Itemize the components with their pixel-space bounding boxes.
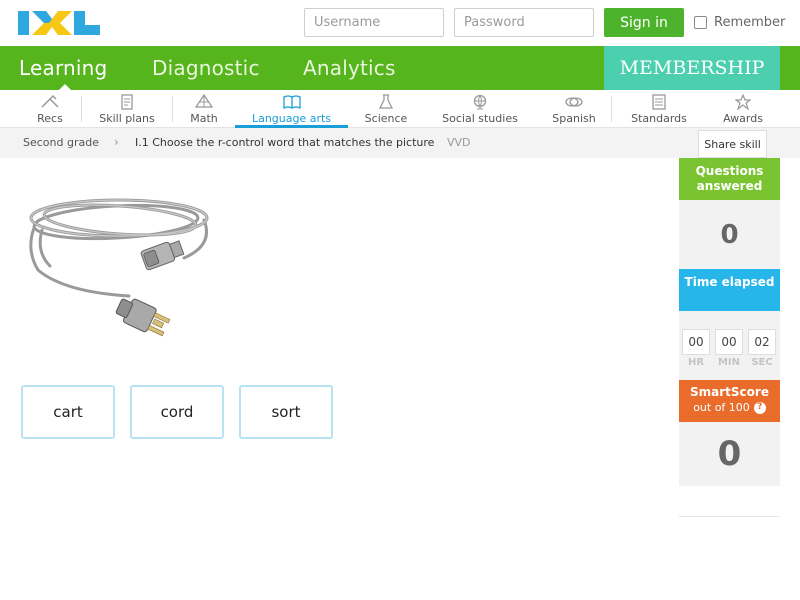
standards-icon bbox=[652, 94, 666, 110]
breadcrumb-grade[interactable]: Second grade bbox=[23, 136, 99, 149]
subject-label: Awards bbox=[723, 112, 763, 125]
questions-answered-count: 0 bbox=[679, 200, 780, 269]
recs-icon bbox=[41, 94, 59, 108]
timer-minutes: 00 bbox=[715, 329, 743, 355]
timer-seconds-label: SEC bbox=[751, 357, 773, 368]
remember-option[interactable]: Remember bbox=[694, 15, 785, 30]
subject-nav: Recs Skill plans Math Language arts Scie… bbox=[0, 90, 800, 128]
breadcrumb-skill: I.1 Choose the r-control word that match… bbox=[135, 136, 435, 149]
skill-code: VVD bbox=[447, 136, 471, 149]
smartscore-subtitle: out of 100 ? bbox=[693, 400, 766, 415]
skill-plans-icon bbox=[121, 94, 133, 110]
password-input[interactable] bbox=[454, 8, 594, 37]
smartscore-header: SmartScore out of 100 ? bbox=[679, 380, 780, 422]
subject-label: Language arts bbox=[251, 112, 332, 125]
smartscore-label: SmartScore bbox=[690, 385, 769, 399]
subject-item-spanish[interactable]: Spanish bbox=[548, 90, 600, 128]
book-icon bbox=[282, 95, 301, 110]
smartscore-sub-label: out of 100 bbox=[693, 401, 750, 414]
main-nav: Learning Diagnostic Analytics MEMBERSHIP bbox=[0, 46, 800, 91]
timer-hours: 00 bbox=[682, 329, 710, 355]
divider bbox=[679, 516, 780, 517]
subject-label: Social studies bbox=[442, 112, 518, 125]
subject-label: Standards bbox=[631, 112, 687, 125]
questions-answered-header: Questions answered bbox=[679, 158, 780, 200]
subject-item-recs[interactable]: Recs bbox=[30, 90, 70, 128]
subject-label: Science bbox=[364, 112, 408, 125]
globe-icon bbox=[473, 94, 487, 110]
subject-label: Recs bbox=[37, 112, 63, 125]
flask-icon bbox=[378, 94, 394, 109]
ixl-logo[interactable] bbox=[18, 9, 100, 37]
divider bbox=[172, 96, 173, 122]
share-skill-button[interactable]: Share skill bbox=[698, 130, 767, 158]
awards-icon bbox=[735, 94, 751, 110]
timer-hours-label: HR bbox=[687, 357, 705, 368]
top-bar: Sign in Remember bbox=[0, 0, 800, 46]
subject-item-standards[interactable]: Standards bbox=[627, 90, 691, 128]
subject-item-skill-plans[interactable]: Skill plans bbox=[92, 90, 162, 128]
math-icon bbox=[195, 94, 213, 108]
smartscore-value: 0 bbox=[679, 422, 780, 486]
membership-button[interactable]: MEMBERSHIP bbox=[604, 46, 780, 90]
help-icon[interactable]: ? bbox=[753, 401, 766, 414]
breadcrumb: Second grade › I.1 Choose the r-control … bbox=[0, 128, 800, 158]
subject-item-language-arts[interactable]: Language arts bbox=[235, 90, 348, 128]
subject-label: Skill plans bbox=[99, 112, 155, 125]
answer-choice[interactable]: sort bbox=[239, 385, 333, 439]
divider bbox=[81, 96, 82, 122]
remember-label: Remember bbox=[714, 15, 786, 30]
time-elapsed-header: Time elapsed bbox=[679, 269, 780, 311]
answer-choice[interactable]: cord bbox=[130, 385, 224, 439]
chevron-right-icon: › bbox=[114, 135, 119, 149]
subject-item-science[interactable]: Science bbox=[360, 90, 412, 128]
subject-item-math[interactable]: Math bbox=[183, 90, 225, 128]
spanish-icon bbox=[565, 97, 583, 107]
timer-seconds: 02 bbox=[748, 329, 776, 355]
tab-analytics[interactable]: Analytics bbox=[303, 56, 396, 80]
subject-item-social-studies[interactable]: Social studies bbox=[438, 90, 522, 128]
subject-label: Math bbox=[190, 112, 218, 125]
answer-choice[interactable]: cart bbox=[21, 385, 115, 439]
divider bbox=[611, 96, 612, 122]
tab-learning[interactable]: Learning bbox=[19, 56, 107, 80]
sign-in-button[interactable]: Sign in bbox=[604, 8, 684, 37]
timer-minutes-label: MIN bbox=[717, 357, 741, 368]
subject-label: Spanish bbox=[552, 112, 596, 125]
time-elapsed-panel: 00 00 02 HR MIN SEC bbox=[679, 311, 780, 380]
subject-item-awards[interactable]: Awards bbox=[718, 90, 768, 128]
power-cord-picture bbox=[29, 198, 209, 337]
remember-checkbox[interactable] bbox=[694, 16, 707, 29]
username-input[interactable] bbox=[304, 8, 444, 37]
tab-diagnostic[interactable]: Diagnostic bbox=[152, 56, 260, 80]
